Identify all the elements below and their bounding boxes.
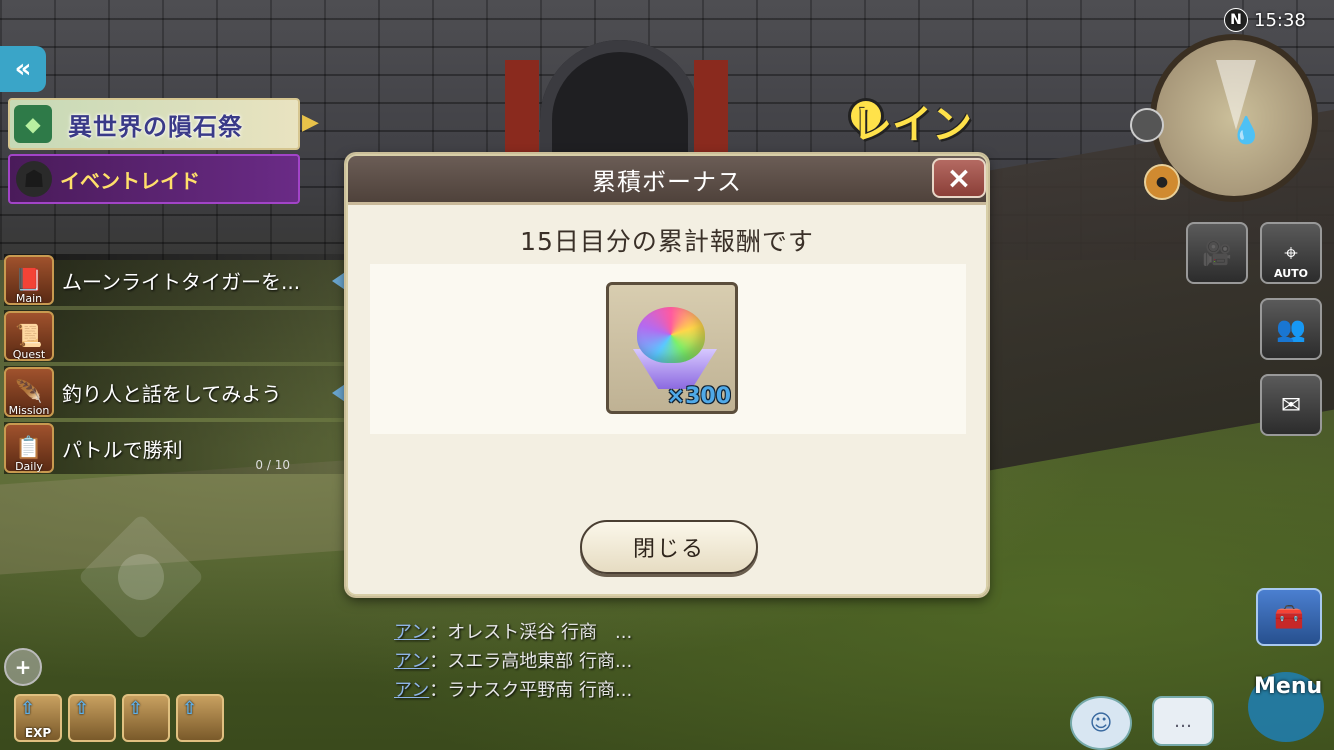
quest-text: パトルで勝利 [62,437,183,462]
group-icon: 👥 [1276,315,1306,343]
chat-speaker[interactable]: アン [394,680,429,701]
emote-button[interactable]: ☺ [1070,696,1132,750]
target-icon: ⌖ [1284,239,1298,267]
chat-message: ：ラナスク平野南 行商... [429,680,633,701]
event-crest-icon: ◆ [14,105,52,143]
reward-quantity: ×300 [666,384,731,409]
auto-label: AUTO [1274,267,1308,280]
auto-battle-button[interactable]: ⌖ AUTO [1260,222,1322,284]
quest-row-daily[interactable]: 📋 Daily パトルで勝利 0 / 10 [4,422,354,474]
location-label: レイン [852,102,972,148]
mission-icon: 🪶 Mission [4,367,54,417]
quest-tag: Main [15,292,43,305]
rainbow-gem-icon [637,307,705,363]
double-chevron-left-icon: « [14,54,32,84]
reward-panel: ×300 [370,264,966,434]
map-toggle-button[interactable] [1130,108,1164,142]
up-arrow-icon: ⇧ [128,698,144,719]
up-arrow-icon: ⇧ [182,698,198,719]
dialog-subtitle: 15日目分の累計報酬です [520,227,814,256]
chat-bubble-icon: … [1174,710,1192,732]
chat-message: ：オレスト渓谷 行商 ... [429,622,633,643]
quest-row-mission[interactable]: 🪶 Mission 釣り人と話をしてみよう [4,366,354,418]
main-quest-icon: 📕 Main [4,255,54,305]
event-raid-label: イベントレイド [60,168,200,193]
envelope-icon: ✉ [1280,391,1302,419]
close-button[interactable]: 閉じる [580,520,758,574]
castle-banner [694,60,728,160]
mail-button[interactable]: ✉ [1260,374,1322,436]
player-marker-icon: 💧 [1230,116,1263,146]
event-banner-title: 異世界の隕石祭 [68,112,243,141]
menu-label: Menu [1254,674,1323,699]
quest-text: ムーンライトタイガーを... [62,269,301,294]
event-banner[interactable]: ◆ 異世界の隕石祭 [8,98,300,150]
quest-tag: Daily [15,460,43,473]
quest-progress: 0 / 10 [255,458,290,472]
exp-boost-button[interactable]: ⇧ EXP [14,694,62,742]
skill-boost-button[interactable]: ⇧ [176,694,224,742]
close-x-icon: × [946,160,972,196]
cumulative-bonus-dialog: 累積ボーナス 15日目分の累計報酬です ×300 閉じる [346,154,988,596]
up-arrow-icon: ⇧ [20,698,36,719]
video-camera-icon: 🎥 [1202,239,1232,267]
up-arrow-icon: ⇧ [74,698,90,719]
back-button[interactable]: « [0,46,46,92]
reward-item-slot[interactable]: ×300 [606,282,738,414]
chevron-right-icon[interactable]: ▶ [302,110,319,135]
dialog-close-button[interactable]: × [932,158,986,198]
chat-speaker[interactable]: アン [394,651,429,672]
status-clock: N 15:38 [1224,8,1306,32]
treasure-chest-icon: 🧰 [1274,603,1304,631]
party-button[interactable]: 👥 [1260,298,1322,360]
chat-line: アン：スエラ高地東部 行商... [394,647,632,676]
smiley-icon: ☺ [1089,710,1113,736]
event-raid-banner[interactable]: ☗ イベントレイド [8,154,300,204]
gold-boost-button[interactable]: ⇧ [68,694,116,742]
time-display: 15:38 [1254,9,1306,31]
quest-board-icon: 📜 Quest [4,311,54,361]
demon-mask-icon: ☗ [16,161,52,197]
treasure-chest-button[interactable]: 🧰 [1256,588,1322,646]
quest-row-main[interactable]: 📕 Main ムーンライトタイガーを... [4,254,354,306]
chat-log[interactable]: アン：オレスト渓谷 行商 ... アン：スエラ高地東部 行商... アン：ラナス… [394,618,632,705]
quest-tracker: 📕 Main ムーンライトタイガーを... 📜 Quest 🪶 Mission … [4,254,354,478]
chat-button[interactable]: … [1152,696,1214,746]
chat-line: アン：オレスト渓谷 行商 ... [394,618,632,647]
dialog-title: 累積ボーナス [348,156,986,205]
party-face-icon[interactable]: ● [1144,164,1180,200]
quest-tag: Quest [12,348,46,361]
castle-banner [505,60,539,160]
camera-button[interactable]: 🎥 [1186,222,1248,284]
chat-message: ：スエラ高地東部 行商... [429,651,633,672]
chat-line: アン：ラナスク平野南 行商... [394,676,632,705]
quest-text: 釣り人と話をしてみよう [62,381,282,406]
daily-quest-icon: 📋 Daily [4,423,54,473]
drop-boost-button[interactable]: ⇧ [122,694,170,742]
quest-row-quest[interactable]: 📜 Quest [4,310,354,362]
virtual-dpad-center[interactable] [118,554,164,600]
quest-tag: Mission [8,404,50,417]
expand-plus-button[interactable]: + [4,648,42,686]
boost-bar: ⇧ EXP ⇧ ⇧ ⇧ [14,694,224,742]
boost-label: EXP [24,726,52,740]
menu-button[interactable]: Menu [1234,660,1330,750]
chat-speaker[interactable]: アン [394,622,429,643]
compass-north-icon: N [1224,8,1248,32]
